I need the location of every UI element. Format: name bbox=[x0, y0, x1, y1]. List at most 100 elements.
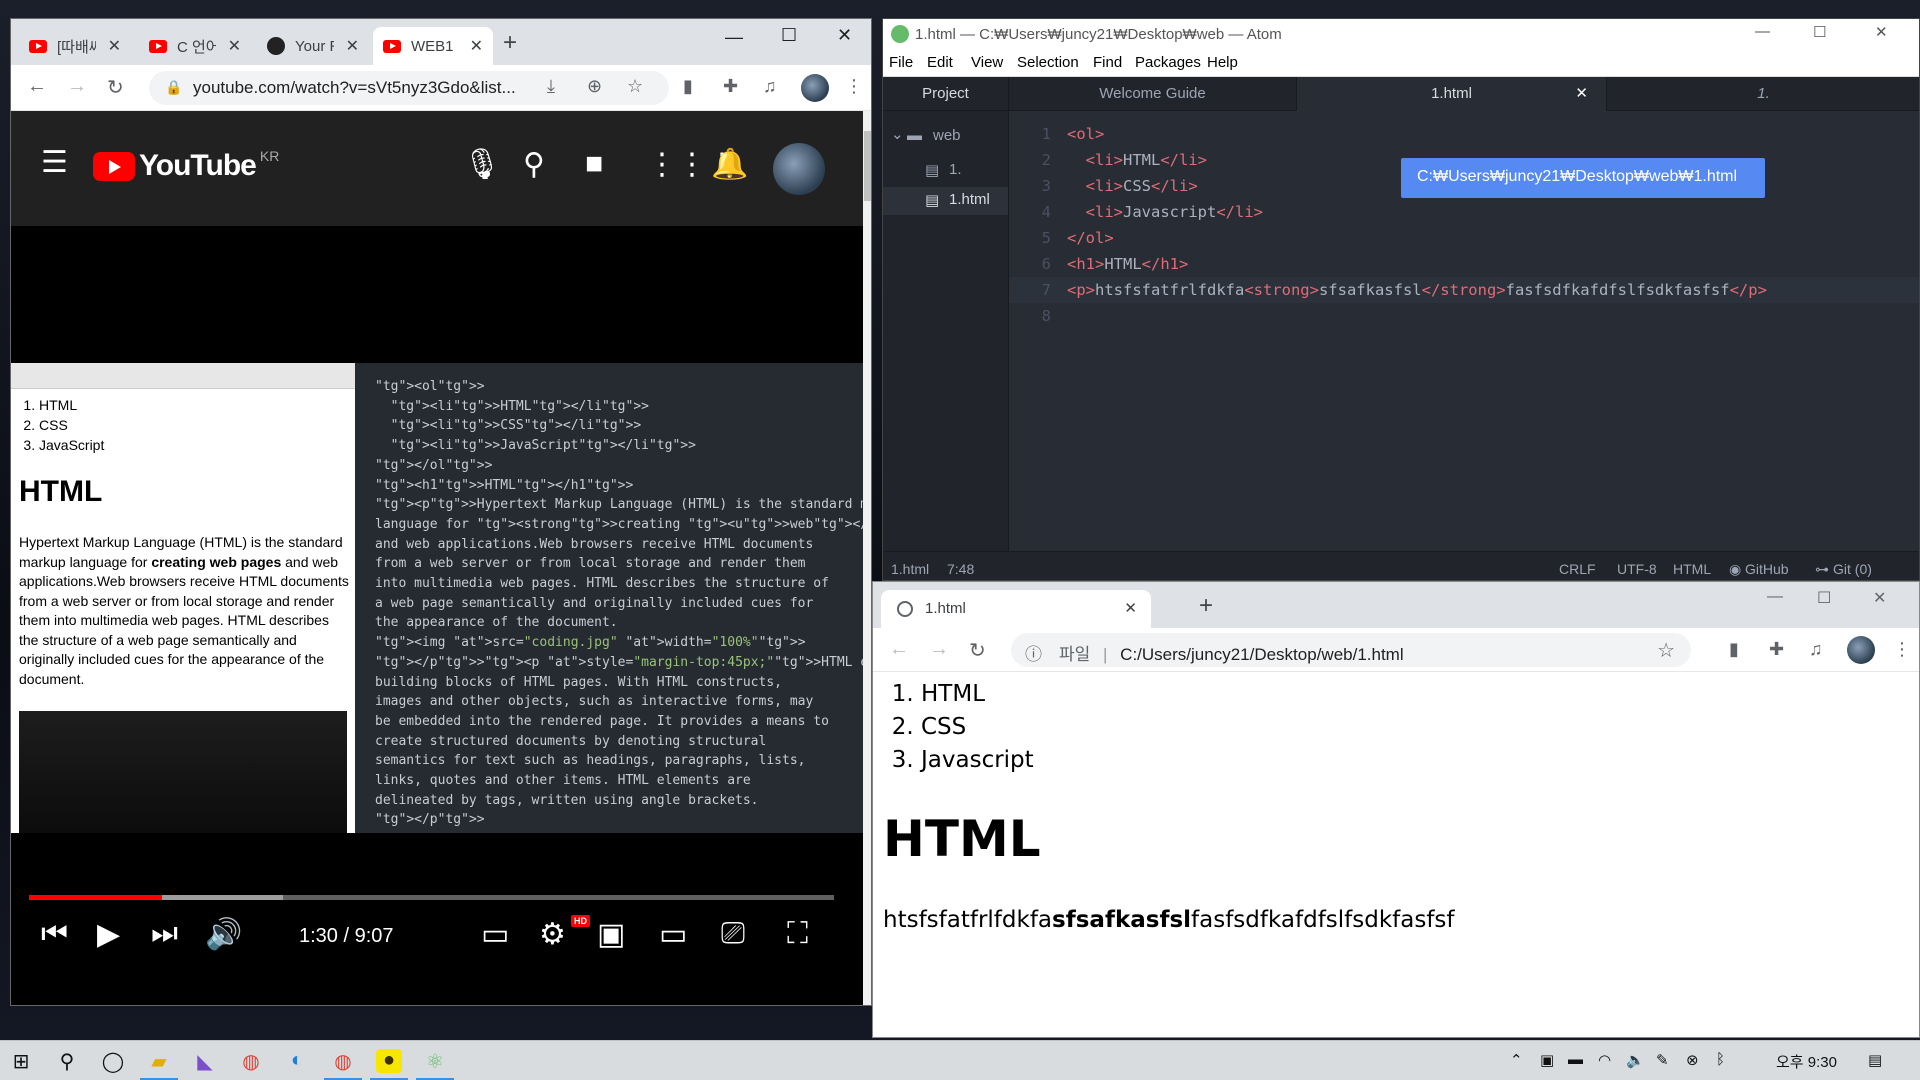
maximize-button[interactable]: ☐ bbox=[1813, 23, 1826, 41]
status-grammar[interactable]: HTML bbox=[1673, 561, 1711, 577]
microphone-icon[interactable]: 🎙 bbox=[463, 147, 501, 182]
menu-file[interactable]: File bbox=[889, 54, 913, 71]
search-icon[interactable]: ⚲ bbox=[523, 147, 545, 182]
close-window-button[interactable]: ✕ bbox=[1875, 23, 1888, 41]
chrome-icon[interactable]: ◍ bbox=[238, 1049, 264, 1073]
theater-mode-icon[interactable]: ▭ bbox=[659, 917, 687, 952]
minimize-button[interactable]: — bbox=[1767, 588, 1783, 606]
minimize-button[interactable]: — bbox=[1755, 23, 1770, 40]
tree-file-1[interactable]: 1. bbox=[949, 161, 962, 178]
maximize-button[interactable]: ☐ bbox=[1817, 588, 1831, 608]
notifications-bell-icon[interactable]: 🔔 bbox=[711, 147, 748, 182]
play-icon[interactable]: ▶ bbox=[97, 917, 120, 952]
camera-icon[interactable]: ▣ bbox=[1540, 1051, 1554, 1069]
search-icon[interactable]: ⚲ bbox=[54, 1049, 80, 1073]
back-icon[interactable]: ← bbox=[27, 75, 47, 98]
video-frame[interactable]: HTML CSS JavaScript HTML Hypertext Marku… bbox=[11, 363, 871, 833]
media-control-icon[interactable]: ♫ bbox=[763, 76, 777, 97]
extensions-puzzle-icon[interactable]: ✚ bbox=[1769, 639, 1784, 660]
show-hidden-icons-chevron-icon[interactable]: ⌃ bbox=[1510, 1051, 1523, 1069]
media-control-icon[interactable]: ♫ bbox=[1809, 639, 1823, 660]
task-view-icon[interactable]: ◯ bbox=[100, 1049, 126, 1073]
page-scrollbar[interactable] bbox=[863, 111, 871, 1005]
progress-bar[interactable] bbox=[29, 895, 834, 900]
bluetooth-icon[interactable]: ᛒ bbox=[1716, 1051, 1725, 1068]
profile-avatar[interactable] bbox=[801, 74, 829, 102]
close-tab-icon[interactable]: ✕ bbox=[1575, 84, 1588, 102]
reload-icon[interactable]: ↻ bbox=[107, 75, 124, 100]
volume-icon[interactable]: 🔊 bbox=[205, 917, 242, 952]
create-video-icon[interactable]: ■ bbox=[585, 147, 603, 181]
bookmark-star-icon[interactable]: ☆ bbox=[627, 76, 643, 97]
previous-icon[interactable]: ⏮ bbox=[41, 917, 68, 951]
menu-help[interactable]: Help bbox=[1207, 54, 1238, 71]
bookmark-star-icon[interactable]: ☆ bbox=[1657, 638, 1675, 663]
youtube-logo[interactable]: YouTube KR bbox=[93, 148, 279, 183]
user-avatar[interactable] bbox=[773, 143, 825, 195]
scrollbar-thumb[interactable] bbox=[864, 131, 871, 201]
new-tab-button[interactable]: + bbox=[1199, 592, 1213, 620]
code-editor[interactable]: 1 2 3 4 5 6 7 8 <ol> <li>HTML</li> <li>CSS</li>… bbox=[1009, 111, 1919, 551]
tab-1-html[interactable]: 1.html ✕ bbox=[1297, 77, 1607, 111]
atom-icon[interactable]: ⚛ bbox=[416, 1049, 454, 1080]
forward-icon[interactable]: → bbox=[929, 638, 949, 661]
status-github[interactable]: GitHub bbox=[1745, 561, 1789, 577]
menu-kebab-icon[interactable]: ⋮ bbox=[1893, 639, 1911, 660]
tree-file-1-html-selected[interactable]: ▤ 1.html bbox=[883, 187, 1008, 215]
close-tab-icon[interactable]: ✕ bbox=[108, 36, 121, 56]
close-window-button[interactable]: ✕ bbox=[1873, 588, 1886, 608]
subtitles-icon[interactable]: ▭ bbox=[481, 917, 509, 952]
menu-selection[interactable]: Selection bbox=[1017, 54, 1079, 71]
edge-icon[interactable]: ◐ bbox=[284, 1049, 310, 1073]
maximize-button[interactable]: ☐ bbox=[781, 25, 797, 46]
chrome-active-icon[interactable]: ◍ bbox=[324, 1049, 362, 1080]
minimize-button[interactable]: — bbox=[725, 27, 743, 48]
menu-view[interactable]: View bbox=[971, 54, 1003, 71]
tab-1[interactable]: 1. bbox=[1607, 77, 1919, 111]
pen-icon[interactable]: ✎ bbox=[1656, 1051, 1669, 1069]
address-bar[interactable]: ⓘ 파일 | C:/Users/juncy21/Desktop/web/1.ht… bbox=[1011, 633, 1691, 667]
extension-icon[interactable]: ▮ bbox=[683, 76, 693, 97]
reload-icon[interactable]: ↻ bbox=[969, 638, 986, 663]
menu-edit[interactable]: Edit bbox=[927, 54, 953, 71]
next-icon[interactable]: ⏭ bbox=[151, 917, 178, 951]
status-cursor[interactable]: 7:48 bbox=[947, 561, 974, 577]
new-tab-button[interactable]: + bbox=[503, 29, 517, 57]
browser-tab-active[interactable]: 1.html ✕ bbox=[881, 590, 1151, 628]
close-tab-icon[interactable]: ✕ bbox=[470, 36, 483, 56]
kakaotalk-icon[interactable]: ● bbox=[370, 1049, 408, 1080]
zoom-icon[interactable]: ⊕ bbox=[587, 76, 602, 97]
settings-gear-icon[interactable]: ⚙ bbox=[539, 917, 566, 952]
menu-find[interactable]: Find bbox=[1093, 54, 1122, 71]
extensions-puzzle-icon[interactable]: ✚ bbox=[723, 76, 738, 97]
cast-icon[interactable]: ⎚ bbox=[721, 917, 745, 951]
windows-start-icon[interactable]: ⊞ bbox=[8, 1049, 34, 1073]
browser-tab[interactable]: [따배씨] C ✕ bbox=[19, 27, 131, 65]
menu-kebab-icon[interactable]: ⋮ bbox=[845, 76, 863, 97]
notification-center-icon[interactable]: ▤ bbox=[1868, 1051, 1882, 1069]
fullscreen-icon[interactable]: ⛶ bbox=[787, 917, 808, 951]
close-window-button[interactable]: ✕ bbox=[837, 25, 852, 46]
tab-welcome-guide[interactable]: Welcome Guide bbox=[1009, 77, 1297, 111]
status-encoding[interactable]: UTF-8 bbox=[1617, 561, 1657, 577]
clock[interactable]: 오후 9:30 bbox=[1776, 1051, 1837, 1072]
browser-tab[interactable]: C 언어 두 ✕ bbox=[139, 27, 251, 65]
code-text[interactable]: <ol> <li>HTML</li> <li>CSS</li> <li>Java… bbox=[1067, 121, 1767, 303]
extension-icon[interactable]: ▮ bbox=[1729, 639, 1739, 660]
file-explorer-icon[interactable]: ▰ bbox=[140, 1049, 178, 1080]
close-tab-icon[interactable]: ✕ bbox=[1124, 599, 1137, 617]
battery-icon[interactable]: ▬ bbox=[1568, 1051, 1583, 1068]
install-icon[interactable]: ⤓ bbox=[547, 76, 555, 97]
forward-icon[interactable]: → bbox=[67, 75, 87, 98]
close-tab-icon[interactable]: ✕ bbox=[228, 36, 241, 56]
chevron-down-icon[interactable]: ⌄ bbox=[891, 125, 904, 143]
status-file[interactable]: 1.html bbox=[891, 561, 929, 577]
back-icon[interactable]: ← bbox=[889, 638, 909, 661]
status-x-icon[interactable]: ⊗ bbox=[1686, 1051, 1699, 1069]
status-line-ending[interactable]: CRLF bbox=[1559, 561, 1596, 577]
hamburger-menu-icon[interactable]: ☰ bbox=[41, 145, 68, 180]
close-tab-icon[interactable]: ✕ bbox=[346, 36, 359, 56]
status-git[interactable]: Git (0) bbox=[1833, 561, 1872, 577]
volume-icon[interactable]: 🔈 bbox=[1626, 1051, 1645, 1069]
profile-avatar[interactable] bbox=[1847, 636, 1875, 664]
